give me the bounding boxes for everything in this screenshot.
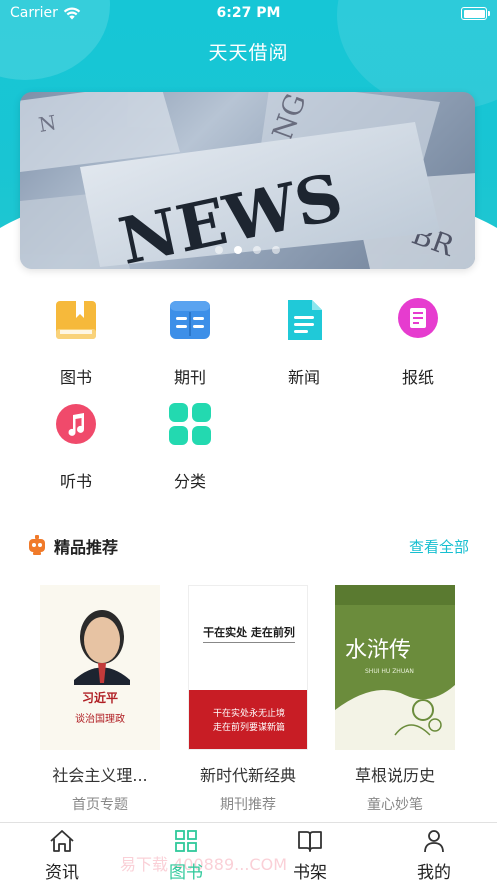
- banner-dot[interactable]: [272, 246, 281, 254]
- category-label: 图书: [59, 368, 92, 387]
- book-cover: 干在实处 走在前列 干在实处永无止境 走在前列要谋新篇: [188, 585, 308, 750]
- banner-pagination[interactable]: [20, 239, 475, 258]
- category-label: 听书: [59, 472, 92, 491]
- grid-category-icon: [168, 402, 212, 446]
- category-classification[interactable]: 分类: [140, 402, 240, 492]
- tab-label: 图书: [169, 863, 203, 883]
- recommend-section-header: 精品推荐 查看全部: [26, 532, 471, 558]
- tab-news[interactable]: 资讯: [12, 829, 112, 883]
- status-bar: Carrier 6:27 PM: [0, 0, 497, 28]
- magazine-icon: [168, 298, 212, 342]
- category-newspapers[interactable]: 报纸: [368, 298, 468, 388]
- book-subtitle: 期刊推荐: [220, 797, 276, 813]
- book-icon: [54, 298, 98, 342]
- banner-dot[interactable]: [214, 246, 223, 254]
- banner-dot[interactable]: [233, 246, 242, 254]
- book-title: 草根说历史: [354, 766, 435, 785]
- book-subtitle: 首页专题: [72, 797, 128, 813]
- newspaper-icon: [396, 298, 440, 342]
- category-label: 期刊: [173, 368, 206, 387]
- category-label: 报纸: [401, 368, 434, 387]
- book-cover: 水浒传 SHUI HU ZHUAN: [335, 585, 455, 750]
- bottom-tab-bar: 易下载 400889...COM 资讯 图书 书架 我的: [0, 822, 497, 883]
- book-cover-text: 水浒传: [345, 638, 411, 663]
- book-card[interactable]: 习近平 谈治国理政 社会主义理... 首页专题: [25, 585, 175, 814]
- category-label: 分类: [173, 472, 206, 491]
- book-cover-text: SHUI HU ZHUAN: [365, 668, 414, 675]
- tab-books[interactable]: 图书: [136, 829, 236, 883]
- news-banner[interactable]: NG BR N NEWS: [20, 92, 475, 269]
- tab-profile[interactable]: 我的: [384, 829, 484, 883]
- robot-badge-icon: [29, 535, 45, 555]
- book-title: 新时代新经典: [199, 766, 296, 785]
- tab-label: 资讯: [45, 863, 79, 883]
- grid-icon: [175, 830, 197, 852]
- book-card[interactable]: 干在实处 走在前列 干在实处永无止境 走在前列要谋新篇 新时代新经典 期刊推荐: [173, 585, 323, 814]
- tab-label: 我的: [417, 863, 451, 883]
- category-audiobooks[interactable]: 听书: [26, 402, 126, 492]
- music-note-icon: [54, 402, 98, 446]
- book-card[interactable]: 水浒传 SHUI HU ZHUAN 草根说历史 童心妙笔: [320, 585, 470, 814]
- battery-icon: [461, 7, 490, 20]
- book-cover-text: 谈治国理政: [75, 712, 125, 725]
- category-label: 新闻: [287, 368, 320, 387]
- tab-label: 书架: [293, 863, 327, 883]
- book-cover-text: 走在前列要谋新篇: [213, 721, 285, 733]
- news-document-icon: [282, 298, 326, 342]
- category-books[interactable]: 图书: [26, 298, 126, 388]
- page-title: 天天借阅: [208, 42, 289, 64]
- user-icon: [424, 830, 444, 853]
- category-magazines[interactable]: 期刊: [140, 298, 240, 388]
- book-title: 社会主义理...: [52, 766, 148, 785]
- view-all-link[interactable]: 查看全部: [409, 536, 469, 557]
- home-icon: [50, 830, 74, 852]
- section-title: 精品推荐: [54, 538, 119, 557]
- book-cover: 习近平 谈治国理政: [40, 585, 160, 750]
- book-cover-text: 习近平: [82, 690, 118, 705]
- open-book-icon: [298, 831, 322, 852]
- book-cover-text: 干在实处 走在前列: [203, 625, 295, 639]
- book-cover-text: 干在实处永无止境: [213, 707, 285, 719]
- book-subtitle: 童心妙笔: [367, 797, 423, 813]
- status-time: 6:27 PM: [216, 5, 281, 21]
- tab-bookshelf[interactable]: 书架: [260, 829, 360, 883]
- banner-dot[interactable]: [253, 246, 262, 254]
- category-news[interactable]: 新闻: [254, 298, 354, 388]
